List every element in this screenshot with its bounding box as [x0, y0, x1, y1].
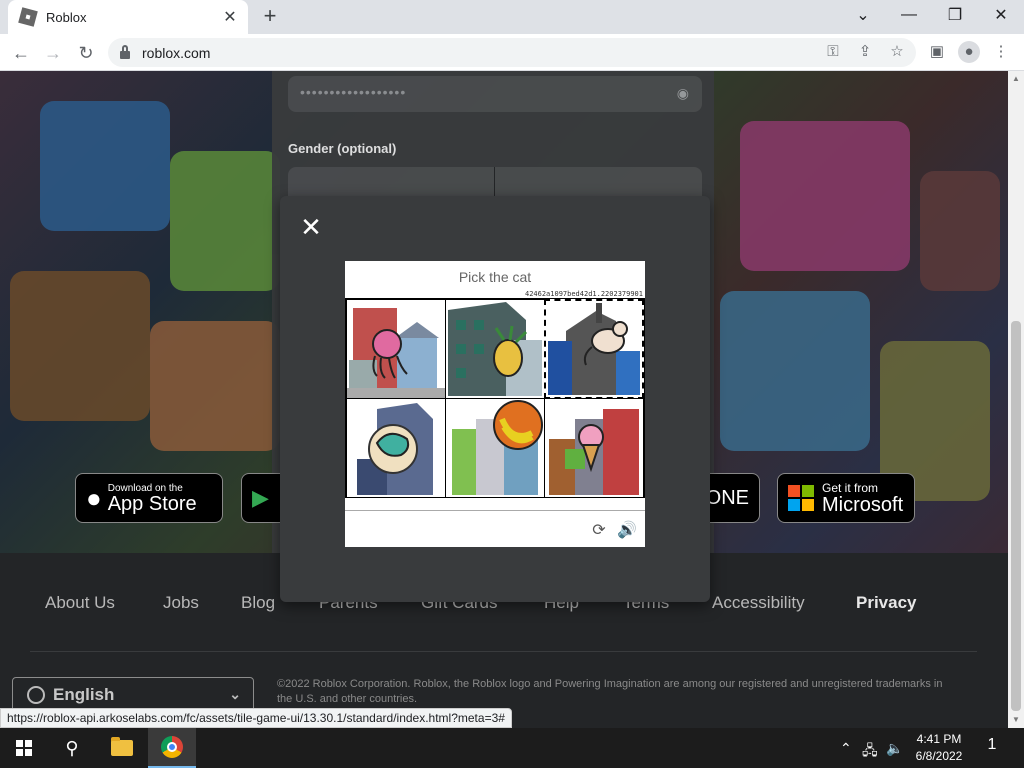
windows-icon	[16, 740, 32, 756]
profile-icon[interactable]: ●	[958, 41, 980, 63]
system-clock[interactable]: 4:41 PM 6/8/2022	[900, 731, 978, 765]
clock-date: 6/8/2022	[915, 749, 963, 763]
captcha-session-code: 42462a1097bed42d1.2202379901	[524, 290, 643, 298]
new-tab-button[interactable]: +	[258, 4, 282, 28]
chevron-down-icon[interactable]: ⌄	[840, 0, 886, 30]
refresh-icon[interactable]: ⟳	[589, 521, 609, 541]
network-icon[interactable]: 🖧	[862, 740, 878, 764]
captcha-tile-pineapple[interactable]	[445, 299, 545, 399]
chevron-down-icon: ⌄	[229, 686, 241, 702]
back-button[interactable]: ←	[8, 40, 34, 66]
search-button[interactable]: ⚲	[48, 728, 96, 768]
bookmark-star-icon[interactable]: ☆	[886, 41, 908, 63]
menu-kebab-icon[interactable]: ⋮	[990, 41, 1012, 63]
captcha-modal: ✕ Pick the cat 42462a1097bed42d1.2202379…	[280, 196, 710, 602]
tray-chevron-up-icon[interactable]: ⌃	[840, 740, 852, 757]
app-store-badge[interactable]: ● Download on the App Store	[75, 473, 223, 523]
status-bar-url: https://roblox-api.arkoselabs.com/fc/ass…	[0, 708, 512, 728]
scroll-up-arrow[interactable]: ▲	[1008, 71, 1024, 87]
reload-button[interactable]: ↻	[73, 40, 99, 66]
folder-icon	[111, 737, 133, 756]
address-bar[interactable]: roblox.com	[108, 38, 916, 67]
apple-icon: ●	[86, 482, 102, 513]
captcha-tile-bird[interactable]	[346, 398, 446, 498]
password-field[interactable]: •••••••••••••••••• ◉	[288, 76, 702, 112]
notification-center-icon[interactable]: 1	[980, 736, 1004, 760]
roblox-icon	[18, 7, 38, 27]
password-value: ••••••••••••••••••	[300, 84, 407, 100]
globe-icon	[27, 686, 45, 704]
footer-link-about-us[interactable]: About Us	[45, 593, 115, 613]
chrome-taskbar-button[interactable]	[148, 728, 196, 768]
footer-link-blog[interactable]: Blog	[241, 593, 275, 613]
tab-title: Roblox	[46, 9, 87, 25]
share-icon[interactable]: ⇪	[854, 41, 876, 63]
close-icon[interactable]: ✕	[300, 214, 322, 240]
chrome-icon	[161, 736, 183, 758]
restore-button[interactable]: ❐	[932, 0, 978, 30]
footer-divider	[30, 651, 977, 652]
scroll-thumb[interactable]	[1011, 321, 1021, 711]
file-explorer-button[interactable]	[98, 728, 146, 768]
browser-toolbar: ← → ↻ roblox.com ⚿ ⇪ ☆ ▣ ● ⋮	[0, 34, 1024, 71]
audio-icon[interactable]: 🔊	[617, 521, 637, 541]
lock-icon[interactable]	[120, 44, 130, 59]
footer-link-accessibility[interactable]: Accessibility	[712, 593, 805, 613]
key-icon[interactable]: ⚿	[822, 41, 844, 63]
microsoft-icon	[788, 485, 814, 511]
windows-taskbar: ⚲ ⌃ 🖧 🔈 4:41 PM 6/8/2022 1	[0, 728, 1024, 768]
language-value: English	[53, 685, 115, 704]
notification-count: 1	[987, 736, 997, 753]
tab-roblox[interactable]: Roblox ✕	[8, 0, 248, 34]
eye-icon[interactable]: ◉	[677, 85, 690, 102]
close-window-button[interactable]: ✕	[978, 0, 1024, 30]
microsoft-store-badge[interactable]: Get it from Microsoft	[777, 473, 915, 523]
url-text: roblox.com	[142, 44, 211, 61]
forward-button[interactable]: →	[40, 40, 66, 66]
close-tab-icon[interactable]: ✕	[222, 7, 238, 27]
captcha-tile-ice-cream[interactable]	[544, 398, 644, 498]
side-panel-icon[interactable]: ▣	[926, 41, 948, 63]
tab-strip: Roblox ✕ + ⌄ — ❐ ✕	[0, 0, 1024, 34]
captcha-prompt: Pick the cat	[458, 269, 532, 285]
clock-time: 4:41 PM	[916, 732, 962, 746]
page-scrollbar[interactable]: ▲ ▼	[1008, 71, 1024, 728]
footer-link-privacy[interactable]: Privacy	[856, 593, 917, 613]
footer-link-jobs[interactable]: Jobs	[163, 593, 199, 613]
roblox-signup-page: •••••••••••••••••• ◉ Gender (optional) ●…	[0, 71, 1008, 728]
captcha-tile-octopus[interactable]	[346, 299, 446, 399]
ms-big-text: Microsoft	[822, 494, 904, 516]
scroll-down-arrow[interactable]: ▼	[1008, 712, 1024, 728]
gender-label: Gender (optional)	[288, 141, 397, 156]
captcha-tile-cat[interactable]	[544, 299, 644, 399]
app-store-big-text: App Store	[107, 492, 197, 515]
captcha-grid	[345, 298, 645, 498]
captcha-footer-divider	[345, 510, 645, 511]
google-play-icon: ▶	[252, 485, 269, 510]
search-icon: ⚲	[65, 737, 79, 758]
ms-small-text: Get it from	[822, 481, 879, 495]
app-store-small-text: Download on the	[107, 482, 183, 494]
start-button[interactable]	[0, 728, 48, 768]
minimize-button[interactable]: —	[886, 0, 932, 30]
copyright-text: ©2022 Roblox Corporation. Roblox, the Ro…	[277, 678, 943, 705]
captcha-challenge: Pick the cat 42462a1097bed42d1.220237990…	[345, 261, 645, 547]
xbox-badge-text: ONE	[705, 487, 749, 509]
captcha-tile-banana[interactable]	[445, 398, 545, 498]
